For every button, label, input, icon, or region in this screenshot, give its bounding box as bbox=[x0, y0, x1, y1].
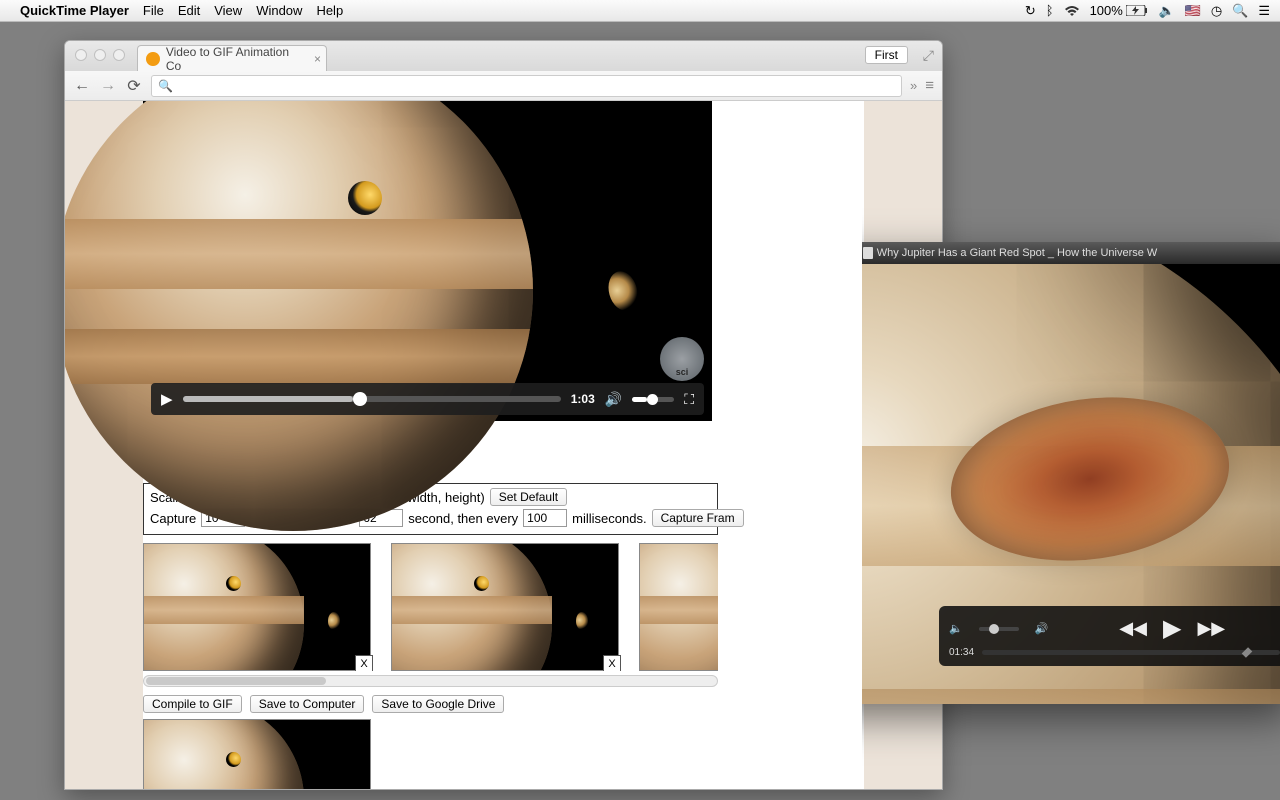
reload-icon[interactable]: ⟳ bbox=[125, 76, 143, 96]
battery-status[interactable]: 100% bbox=[1090, 3, 1149, 18]
compile-gif-button[interactable]: Compile to GIF bbox=[143, 695, 242, 713]
second-every-label: second, then every bbox=[408, 511, 518, 526]
thumb-scrollbar[interactable] bbox=[143, 675, 718, 687]
browser-tab[interactable]: Video to GIF Animation Co × bbox=[137, 45, 327, 71]
minimize-dot[interactable] bbox=[94, 49, 106, 61]
qt-volume-high-icon[interactable]: 🔊 bbox=[1035, 622, 1049, 635]
macos-menubar: QuickTime Player File Edit View Window H… bbox=[0, 0, 1280, 22]
thumbnail-row: X X bbox=[143, 543, 718, 671]
overflow-icon[interactable]: » bbox=[910, 78, 917, 93]
tab-strip: Video to GIF Animation Co × First ⤢ bbox=[65, 41, 942, 71]
capture-frames-button[interactable]: Capture Fram bbox=[652, 509, 744, 527]
volume-slider[interactable] bbox=[632, 397, 674, 402]
thumb-image[interactable] bbox=[391, 543, 619, 671]
seek-slider[interactable] bbox=[183, 396, 561, 402]
qt-play-icon[interactable]: ▶ bbox=[1163, 614, 1181, 643]
frame-thumb bbox=[639, 543, 718, 671]
timemachine-icon[interactable]: ↻ bbox=[1025, 3, 1036, 19]
play-icon[interactable]: ▶ bbox=[161, 390, 173, 408]
back-icon[interactable]: ← bbox=[73, 77, 91, 95]
window-traffic-lights[interactable] bbox=[75, 49, 125, 61]
page-content: sci ▶ 1:03 🔊 ⛶ Media is active. Orginal … bbox=[65, 101, 942, 789]
close-tab-icon[interactable]: × bbox=[314, 52, 321, 66]
capture-label: Capture bbox=[150, 511, 196, 526]
volume-icon[interactable]: 🔊 bbox=[605, 391, 622, 408]
qt-seek-slider[interactable] bbox=[982, 650, 1280, 655]
address-bar[interactable]: 🔍 bbox=[151, 75, 902, 97]
favicon-icon bbox=[146, 52, 160, 66]
input-flag-icon[interactable]: 🇺🇸 bbox=[1185, 3, 1201, 19]
qt-controls: 🔈 🔊 ◀◀ ▶ ▶▶ 01:34 bbox=[939, 606, 1280, 666]
qt-volume-slider[interactable] bbox=[979, 627, 1019, 631]
wifi-icon[interactable] bbox=[1064, 5, 1080, 17]
browser-toolbar: ← → ⟳ 🔍 » ≡ bbox=[65, 71, 942, 101]
menu-view[interactable]: View bbox=[214, 3, 242, 18]
moon-graphic bbox=[604, 268, 641, 314]
document-icon bbox=[863, 247, 873, 259]
first-button[interactable]: First bbox=[865, 46, 908, 64]
app-name[interactable]: QuickTime Player bbox=[20, 3, 129, 18]
menu-icon[interactable]: ≡ bbox=[925, 77, 934, 94]
interval-input[interactable] bbox=[523, 509, 567, 527]
qt-volume-low-icon[interactable]: 🔈 bbox=[949, 622, 963, 635]
frame-thumb: X bbox=[143, 543, 371, 671]
embedded-video[interactable]: sci ▶ 1:03 🔊 ⛶ bbox=[143, 101, 712, 421]
video-time: 1:03 bbox=[571, 392, 595, 406]
expand-icon[interactable]: ⤢ bbox=[923, 47, 934, 64]
save-computer-button[interactable]: Save to Computer bbox=[250, 695, 365, 713]
delete-thumb-button[interactable]: X bbox=[603, 655, 621, 671]
search-icon: 🔍 bbox=[158, 79, 173, 93]
menu-help[interactable]: Help bbox=[316, 3, 343, 18]
frame-thumb: X bbox=[391, 543, 619, 671]
clock-icon[interactable]: ◷ bbox=[1211, 3, 1222, 19]
set-default-button[interactable]: Set Default bbox=[490, 488, 567, 506]
qt-elapsed-time: 01:34 bbox=[949, 647, 974, 658]
delete-thumb-button[interactable]: X bbox=[355, 655, 373, 671]
zoom-dot[interactable] bbox=[113, 49, 125, 61]
volume-icon[interactable]: 🔈 bbox=[1158, 3, 1174, 19]
tab-title: Video to GIF Animation Co bbox=[166, 45, 306, 73]
qt-title: Why Jupiter Has a Giant Red Spot _ How t… bbox=[877, 247, 1158, 259]
thumb-image[interactable] bbox=[143, 543, 371, 671]
qt-forward-icon[interactable]: ▶▶ bbox=[1197, 618, 1225, 639]
menu-file[interactable]: File bbox=[143, 3, 164, 18]
menu-edit[interactable]: Edit bbox=[178, 3, 200, 18]
thumb-image[interactable] bbox=[639, 543, 718, 671]
save-gdrive-button[interactable]: Save to Google Drive bbox=[372, 695, 504, 713]
qt-rewind-icon[interactable]: ◀◀ bbox=[1119, 618, 1147, 639]
result-preview bbox=[143, 719, 371, 789]
bluetooth-icon[interactable]: ᛒ bbox=[1046, 3, 1054, 18]
spotlight-icon[interactable]: 🔍 bbox=[1232, 3, 1248, 19]
menu-window[interactable]: Window bbox=[256, 3, 302, 18]
ms-label: milliseconds. bbox=[572, 511, 646, 526]
action-row: Compile to GIF Save to Computer Save to … bbox=[143, 695, 862, 713]
video-controls: ▶ 1:03 🔊 ⛶ bbox=[151, 383, 704, 415]
moon-graphic bbox=[348, 181, 382, 215]
channel-watermark: sci bbox=[660, 337, 704, 381]
notifications-icon[interactable]: ☰ bbox=[1258, 3, 1270, 19]
fullscreen-icon[interactable]: ⛶ bbox=[684, 391, 694, 408]
forward-icon[interactable]: → bbox=[99, 77, 117, 95]
chrome-window: Video to GIF Animation Co × First ⤢ ← → … bbox=[64, 40, 943, 790]
close-dot[interactable] bbox=[75, 49, 87, 61]
